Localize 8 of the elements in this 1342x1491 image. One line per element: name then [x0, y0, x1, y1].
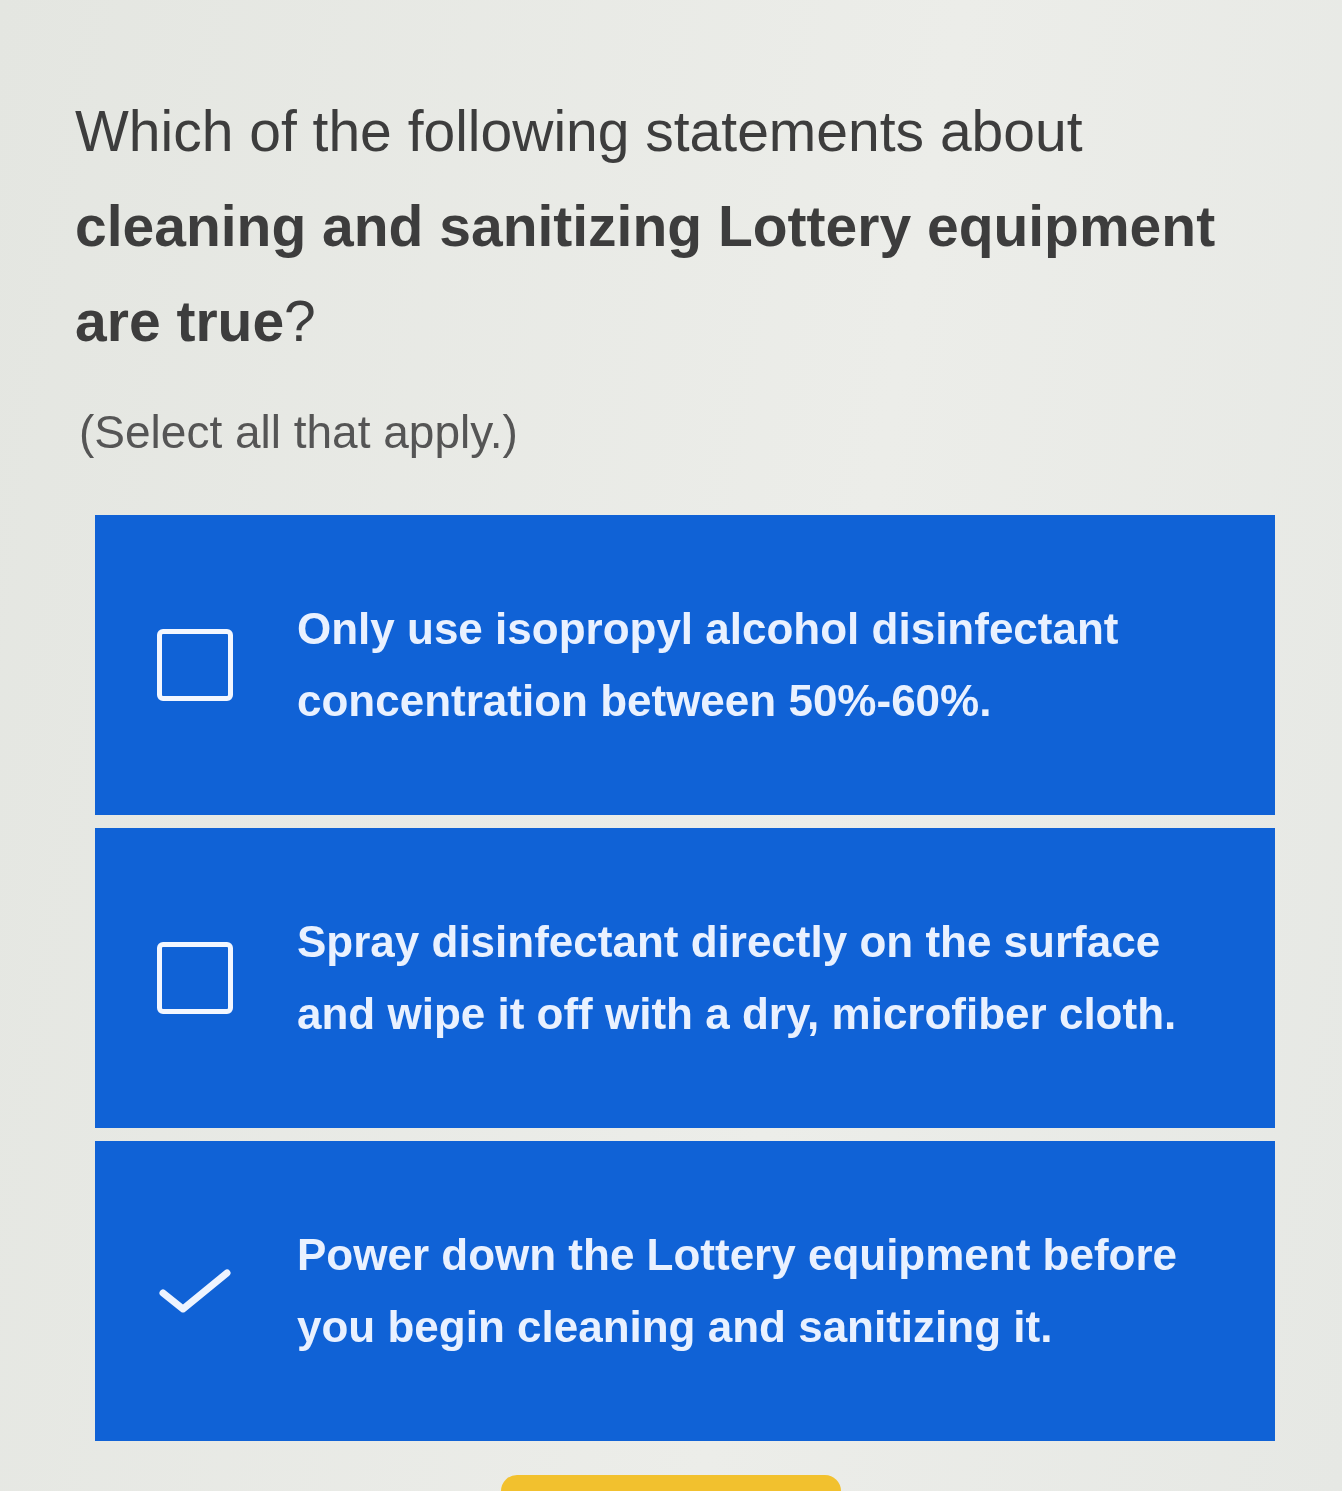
- answer-option[interactable]: Power down the Lottery equipment before you begin cleaning and sanitizing it.: [95, 1141, 1275, 1441]
- checkbox[interactable]: [157, 629, 233, 701]
- answer-option[interactable]: Only use isopropyl alcohol disinfectant concentration between 50%-60%.: [95, 515, 1275, 815]
- tick-icon[interactable]: [157, 1267, 233, 1315]
- checkbox[interactable]: [157, 942, 233, 1014]
- question-text: Which of the following statements about cleaning and sanitizing Lottery equipment are true?: [75, 98, 1217, 355]
- instruction-text: (Select all that apply.): [79, 405, 518, 460]
- answer-option[interactable]: Spray disinfectant directly on the surface and wipe it off with a dry, microfiber cloth.: [95, 828, 1275, 1128]
